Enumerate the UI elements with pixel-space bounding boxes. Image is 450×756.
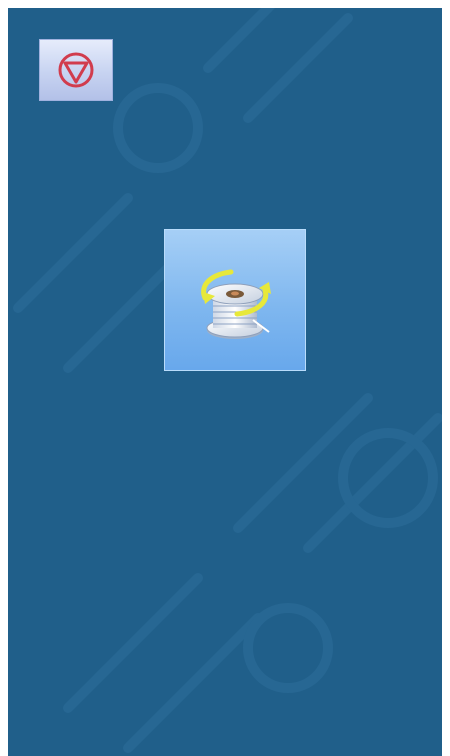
stop-button[interactable] xyxy=(39,39,113,101)
watermark xyxy=(13,8,442,753)
bobbin-winder-button[interactable] xyxy=(164,229,306,371)
stop-icon xyxy=(58,52,94,88)
bobbin-winder-icon xyxy=(201,269,271,339)
screen xyxy=(8,8,442,756)
